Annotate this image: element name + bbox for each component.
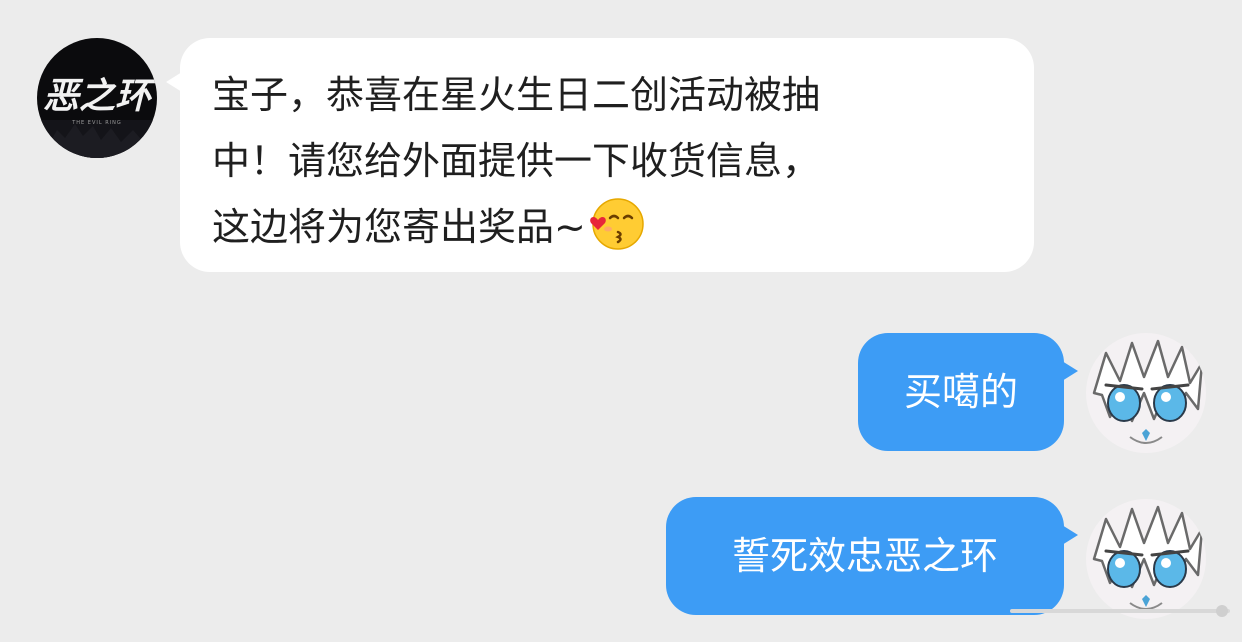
watermark-graphic bbox=[1010, 605, 1230, 617]
chat-window: 恶之环 THE EVIL RING 宝子，恭喜在星火生日二创活动被抽 中！请您给… bbox=[0, 0, 1242, 642]
message-line: 宝子，恭喜在星火生日二创活动被抽 bbox=[212, 73, 821, 117]
svg-text:恶之环: 恶之环 bbox=[43, 75, 157, 117]
incoming-message-bubble[interactable]: 宝子，恭喜在星火生日二创活动被抽 中！请您给外面提供一下收货信息， 这边将为您寄… bbox=[166, 38, 1034, 272]
message-text: 买噶的 bbox=[903, 370, 1018, 414]
kissing-face-heart-icon bbox=[590, 198, 644, 250]
evil-ring-logo-avatar[interactable]: 恶之环 THE EVIL RING bbox=[37, 38, 157, 158]
message-line: 中！请您给外面提供一下收货信息， bbox=[212, 139, 821, 183]
outgoing-message-bubble[interactable]: 誓死效忠恶之环 bbox=[666, 497, 1078, 615]
bubble-tail bbox=[166, 72, 182, 92]
outgoing-message-bubble[interactable]: 买噶的 bbox=[858, 333, 1078, 451]
anime-character-icon bbox=[1086, 333, 1206, 453]
bubble-tail bbox=[1062, 361, 1078, 381]
bubble-tail bbox=[1062, 525, 1078, 545]
message-line: 这边将为您寄出奖品~ bbox=[212, 205, 586, 249]
anime-character-avatar[interactable] bbox=[1086, 333, 1206, 453]
svg-text:THE EVIL RING: THE EVIL RING bbox=[71, 120, 122, 126]
evil-ring-logo-icon: 恶之环 THE EVIL RING bbox=[37, 38, 157, 158]
message-text: 誓死效忠恶之环 bbox=[731, 534, 998, 578]
message-line-with-emoji: 这边将为您寄出奖品~ bbox=[212, 194, 1002, 260]
